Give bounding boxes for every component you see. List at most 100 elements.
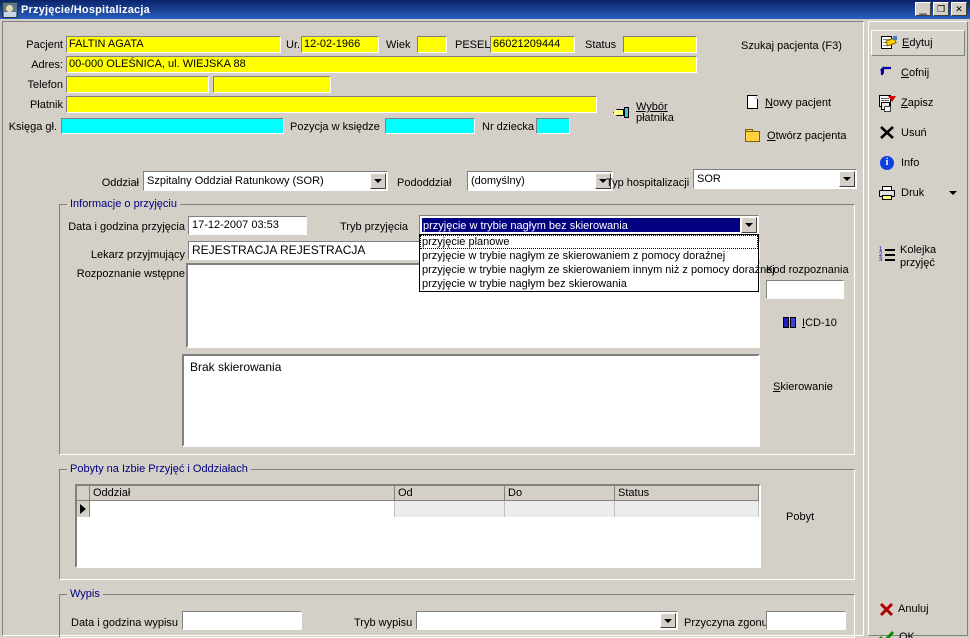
address-field[interactable]: 00-000 OLEŚNICA, ul. WIEJSKA 88 bbox=[66, 56, 697, 73]
diagnosis-code-field[interactable] bbox=[766, 280, 844, 299]
hospitalization-type-label: Typ hospitalizacji bbox=[606, 177, 690, 189]
column-header-od[interactable]: Od bbox=[395, 486, 505, 500]
open-patient-button[interactable]: Otwórz pacjenta bbox=[745, 129, 847, 143]
column-header-do[interactable]: Do bbox=[505, 486, 615, 500]
dropdown-option-1[interactable]: przyjęcie w trybie nagłym ze skierowanie… bbox=[420, 249, 758, 263]
phone-field-2[interactable] bbox=[213, 76, 331, 93]
payer-field[interactable] bbox=[66, 96, 597, 113]
dropdown-option-3[interactable]: przyjęcie w trybie nagłym bez skierowani… bbox=[420, 277, 758, 291]
stay-side-label[interactable]: Pobyt bbox=[786, 511, 814, 523]
admitting-doctor-label: Lekarz przyjmujący bbox=[90, 249, 185, 261]
icd10-button[interactable]: ICD-10 bbox=[783, 317, 837, 329]
open-patient-accel: O bbox=[767, 130, 776, 142]
payer-label: Płatnik bbox=[29, 99, 63, 111]
pesel-label: PESEL bbox=[455, 39, 491, 51]
cell-do[interactable] bbox=[505, 501, 615, 517]
toolbar-button-info[interactable]: i Info bbox=[871, 150, 965, 176]
minimize-button[interactable]: _ bbox=[915, 1, 931, 16]
new-patient-label: owy pacjent bbox=[772, 96, 832, 109]
cell-od[interactable] bbox=[395, 501, 505, 517]
ok-button[interactable]: OK bbox=[871, 624, 965, 638]
save-icon bbox=[879, 95, 896, 112]
window-title: Przyjęcie/Hospitalizacja bbox=[21, 3, 150, 16]
stays-grid[interactable]: Oddział Od Do Status bbox=[75, 484, 761, 568]
discharge-mode-combo[interactable] bbox=[416, 611, 678, 630]
ok-label: OK bbox=[899, 631, 915, 638]
subdepartment-value: (domyślny) bbox=[471, 175, 525, 187]
zapisz-accel: Z bbox=[901, 97, 908, 109]
column-header-oddzial[interactable]: Oddział bbox=[90, 486, 395, 500]
search-patient-label[interactable]: Szukaj pacjenta (F3) bbox=[741, 40, 842, 52]
discharge-datetime-field[interactable] bbox=[182, 611, 302, 630]
chevron-down-icon[interactable] bbox=[370, 173, 386, 189]
phone-label: Telefon bbox=[27, 79, 63, 91]
chevron-down-icon[interactable] bbox=[741, 217, 757, 233]
patient-status-field[interactable] bbox=[623, 36, 697, 53]
table-row[interactable] bbox=[77, 501, 759, 517]
row-indicator bbox=[77, 501, 90, 517]
subdepartment-label: Pododdział bbox=[397, 177, 452, 189]
admission-mode-dropdown-list[interactable]: przyjęcie planowe przyjęcie w trybie nag… bbox=[419, 234, 775, 292]
new-patient-button[interactable]: Nowy pacjent bbox=[747, 95, 831, 110]
department-value: Szpitalny Oddział Ratunkowy (SOR) bbox=[147, 175, 324, 187]
referral-button[interactable]: Skierowanie bbox=[773, 381, 833, 393]
maximize-button[interactable]: ❐ bbox=[933, 2, 949, 16]
toolbar-button-usun[interactable]: Usuń bbox=[871, 120, 965, 146]
chevron-down-icon[interactable] bbox=[839, 171, 855, 187]
child-number-field[interactable] bbox=[536, 118, 570, 134]
druk-dropdown-icon[interactable] bbox=[949, 191, 957, 195]
pesel-field[interactable]: 66021209444 bbox=[490, 36, 575, 53]
window-controls: _ ❐ ✕ bbox=[915, 1, 967, 16]
close-button[interactable]: ✕ bbox=[951, 2, 967, 16]
admission-datetime-label: Data i godzina przyjęcia bbox=[68, 221, 185, 233]
column-header-status[interactable]: Status bbox=[615, 486, 759, 500]
admission-mode-combo[interactable]: przyjęcie w trybie nagłym bez skierowani… bbox=[419, 215, 759, 235]
death-cause-label: Przyczyna zgonu bbox=[684, 617, 768, 629]
admission-mode-value: przyjęcie w trybie nagłym bez skierowani… bbox=[422, 218, 740, 232]
diagnosis-code-label: Kod rozpoznania bbox=[766, 264, 849, 276]
cofnij-accel: C bbox=[901, 67, 909, 79]
address-label: Adres: bbox=[31, 59, 63, 71]
dropdown-option-0[interactable]: przyjęcie planowe bbox=[420, 235, 758, 249]
status-label: Status bbox=[585, 39, 617, 51]
preliminary-diagnosis-label: Rozpoznanie wstępne bbox=[76, 268, 185, 280]
admission-info-group-title: Informacje o przyjęciu bbox=[67, 198, 180, 210]
toolbar-button-edytuj[interactable]: Edytuj bbox=[871, 30, 965, 56]
toolbar-button-druk[interactable]: Druk bbox=[871, 180, 965, 206]
death-cause-field[interactable] bbox=[766, 611, 846, 630]
cell-status[interactable] bbox=[615, 501, 759, 517]
kolejka-label-line1: Kolejka bbox=[900, 244, 937, 256]
edytuj-label: dytuj bbox=[909, 37, 933, 49]
dropdown-option-2[interactable]: przyjęcie w trybie nagłym ze skierowanie… bbox=[420, 263, 775, 277]
stays-grid-header: Oddział Od Do Status bbox=[77, 486, 759, 501]
toolbar-button-cofnij[interactable]: Cofnij bbox=[871, 60, 965, 86]
book-label: Księga gł. bbox=[8, 121, 57, 133]
born-label: Ur. bbox=[286, 39, 301, 51]
birth-date-field[interactable]: 12-02-1966 bbox=[301, 36, 379, 53]
maximize-icon: ❐ bbox=[936, 4, 946, 14]
age-field[interactable] bbox=[417, 36, 447, 53]
cell-oddzial[interactable] bbox=[90, 501, 395, 517]
payer-choice-label-line2: płatnika bbox=[636, 112, 674, 124]
patient-icon bbox=[2, 1, 18, 18]
payer-choice-button[interactable]: Wybór płatnika bbox=[613, 102, 674, 124]
admission-datetime-field[interactable]: 17-12-2007 03:53 bbox=[188, 216, 307, 235]
phone-field-1[interactable] bbox=[66, 76, 209, 93]
department-combo[interactable]: Szpitalny Oddział Ratunkowy (SOR) bbox=[143, 171, 388, 191]
subdepartment-combo[interactable]: (domyślny) bbox=[467, 171, 613, 191]
age-label: Wiek bbox=[386, 39, 411, 51]
toolbar-button-kolejka-przyjec[interactable]: 1 2 3 Kolejka przyjęć bbox=[871, 244, 965, 274]
hospitalization-type-combo[interactable]: SOR bbox=[693, 169, 857, 189]
cancel-button[interactable]: Anuluj bbox=[871, 596, 965, 622]
book-number-field[interactable] bbox=[61, 118, 284, 134]
chevron-down-icon[interactable] bbox=[660, 613, 676, 628]
discharge-mode-label: Tryb wypisu bbox=[354, 617, 413, 629]
referral-text-field[interactable]: Brak skierowania bbox=[182, 354, 760, 447]
undo-icon bbox=[879, 65, 896, 81]
patient-name-field[interactable]: FALTIN AGATA bbox=[66, 36, 281, 53]
window-client-area: Pacjent FALTIN AGATA Ur. 12-02-1966 Wiek… bbox=[0, 19, 970, 638]
toolbar-button-zapisz[interactable]: Zapisz bbox=[871, 90, 965, 116]
book-position-field[interactable] bbox=[385, 118, 475, 134]
cancel-label: Anuluj bbox=[898, 603, 929, 615]
referral-label: kierowanie bbox=[780, 381, 833, 393]
